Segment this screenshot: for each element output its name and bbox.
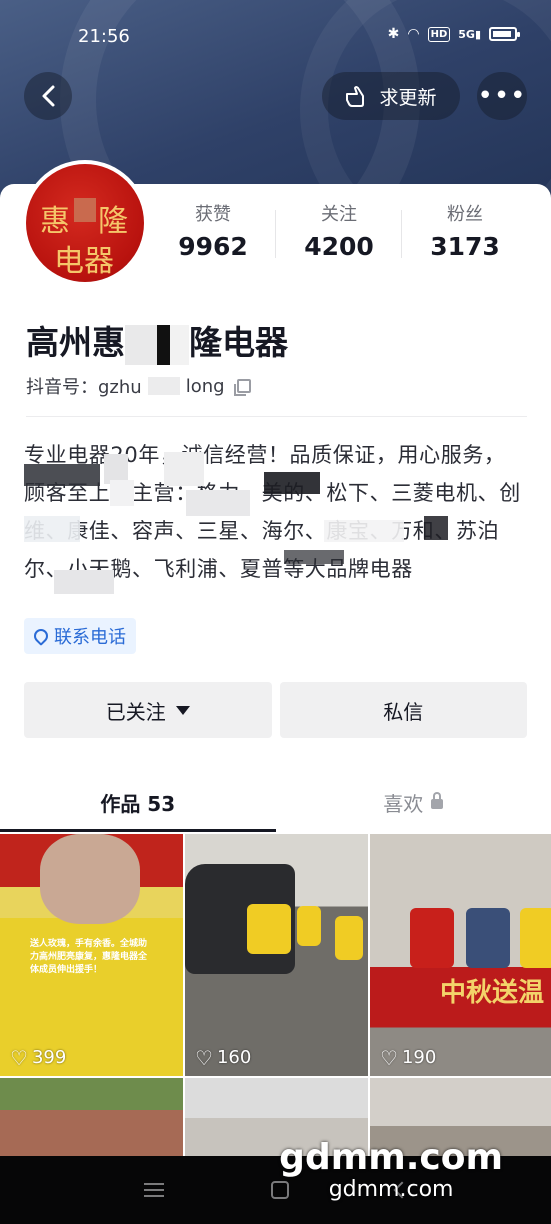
avatar-char: 电器 <box>54 244 114 279</box>
stat-label: 获赞 <box>195 204 231 225</box>
avatar-mosaic <box>74 198 96 222</box>
like-count: ♡ 160 <box>195 1047 251 1068</box>
profile-tabs: 作品 53 喜欢 <box>0 772 551 832</box>
stat-likes[interactable]: 获赞 9962 <box>150 204 276 264</box>
thumbnail-image <box>335 916 363 960</box>
thumbnail-caption: 送人玫瑰，手有余香。全城助力高州肥亮康复，惠隆电器全体成员伸出援手！ <box>30 939 148 975</box>
lock-icon <box>431 792 444 809</box>
status-time: 21:56 <box>78 26 130 47</box>
tab-works-label: 作品 53 <box>100 791 176 816</box>
back-button[interactable] <box>24 72 72 120</box>
profile-actions: 已关注 私信 <box>24 682 527 738</box>
thumbnail-image <box>410 908 454 968</box>
profile-bio: 专业电器20年，诚信经营！品质保证，用心服务，顾客至上！主营：格力、美的、松下、… <box>24 443 521 581</box>
name-mosaic <box>125 324 189 365</box>
watermark-text: gdmm.com <box>279 1137 503 1178</box>
profile-name: 高州惠 隆电器 <box>26 316 288 365</box>
tab-likes[interactable]: 喜欢 <box>276 772 551 832</box>
avatar[interactable]: 惠 隆 电器 <box>22 160 148 286</box>
account-id[interactable]: 抖音号：gzhu long <box>26 373 251 399</box>
contact-phone-chip[interactable]: 联系电话 <box>24 618 136 654</box>
message-button[interactable]: 私信 <box>279 682 527 738</box>
phone-icon <box>31 626 51 646</box>
watermark: gdmm.com gdmm.com <box>279 1138 503 1202</box>
back-arrow-icon <box>42 85 55 107</box>
like-count: ♡ 399 <box>10 1047 66 1068</box>
thumbnail-image <box>466 908 510 968</box>
wifi-icon: ◠ <box>407 26 420 42</box>
following-button[interactable]: 已关注 <box>24 682 272 738</box>
thumbnail-image <box>297 906 321 946</box>
contact-phone-label: 联系电话 <box>54 627 126 648</box>
following-label: 已关注 <box>105 699 166 724</box>
status-bar: 21:56 ✱ ◠ HD 5G▮ <box>0 0 551 72</box>
like-count-value: 160 <box>216 1047 252 1068</box>
hd-badge: HD <box>427 26 451 42</box>
account-mosaic <box>147 377 180 395</box>
video-thumbnail[interactable] <box>0 1078 183 1158</box>
thumbnail-image <box>40 834 140 924</box>
video-thumbnail[interactable]: 送人玫瑰，手有余香。全城助力高州肥亮康复，惠隆电器全体成员伸出援手！ ♡ 399 <box>0 834 183 1076</box>
heart-icon: ♡ <box>10 1045 28 1070</box>
profile-stats: 获赞 9962 关注 4200 粉丝 3173 <box>150 204 551 264</box>
video-thumbnail[interactable]: ♡ 160 <box>185 834 368 1076</box>
stat-value: 3173 <box>430 232 500 261</box>
thumbnail-image <box>520 908 551 968</box>
thumbnail-image <box>247 904 291 954</box>
watermark-text: gdmm.com <box>328 1177 454 1202</box>
bluetooth-icon: ✱ <box>387 26 400 42</box>
signal-icon: 5G▮ <box>458 27 481 41</box>
stat-value: 4200 <box>304 232 374 261</box>
recent-apps-icon[interactable] <box>143 1183 164 1197</box>
more-options-button[interactable]: ••• <box>477 72 527 120</box>
copy-icon[interactable] <box>233 379 251 396</box>
stat-value: 9962 <box>178 232 248 261</box>
stat-followers[interactable]: 粉丝 3173 <box>402 204 528 264</box>
section-divider <box>26 416 527 417</box>
top-bar: 求更新 ••• <box>0 72 551 122</box>
video-grid: 送人玫瑰，手有余香。全城助力高州肥亮康复，惠隆电器全体成员伸出援手！ ♡ 399… <box>0 834 551 1158</box>
heart-icon: ♡ <box>380 1045 398 1070</box>
tab-works[interactable]: 作品 53 <box>0 772 276 832</box>
message-label: 私信 <box>383 699 424 724</box>
thumbnail-banner: 中秋送温 <box>440 978 545 1008</box>
status-icons: ✱ ◠ HD 5G▮ <box>387 26 520 42</box>
stat-label: 关注 <box>321 204 357 225</box>
video-thumbnail[interactable]: 中秋送温 ♡ 190 <box>370 834 551 1076</box>
account-id-suffix: long <box>185 375 225 397</box>
caret-down-icon <box>175 705 190 715</box>
stat-label: 粉丝 <box>447 204 483 225</box>
avatar-char: 惠 <box>40 204 70 239</box>
pointing-hand-icon <box>346 86 365 107</box>
battery-icon <box>489 27 520 41</box>
profile-name-suffix: 隆电器 <box>189 323 288 362</box>
avatar-char: 隆 <box>98 204 128 239</box>
like-count-value: 399 <box>31 1047 67 1068</box>
account-id-prefix: 抖音号：gzhu <box>26 377 142 398</box>
request-update-button[interactable]: 求更新 <box>322 72 460 120</box>
avatar-logo: 惠 隆 电器 <box>26 164 144 282</box>
request-update-label: 求更新 <box>379 86 437 109</box>
tab-likes-label: 喜欢 <box>383 791 424 816</box>
like-count: ♡ 190 <box>380 1047 436 1068</box>
network-label: 5G <box>458 27 475 41</box>
profile-name-prefix: 高州惠 <box>26 323 125 362</box>
like-count-value: 190 <box>401 1047 437 1068</box>
more-dots-icon: ••• <box>477 81 527 111</box>
stat-following[interactable]: 关注 4200 <box>276 204 402 264</box>
heart-icon: ♡ <box>195 1045 213 1070</box>
